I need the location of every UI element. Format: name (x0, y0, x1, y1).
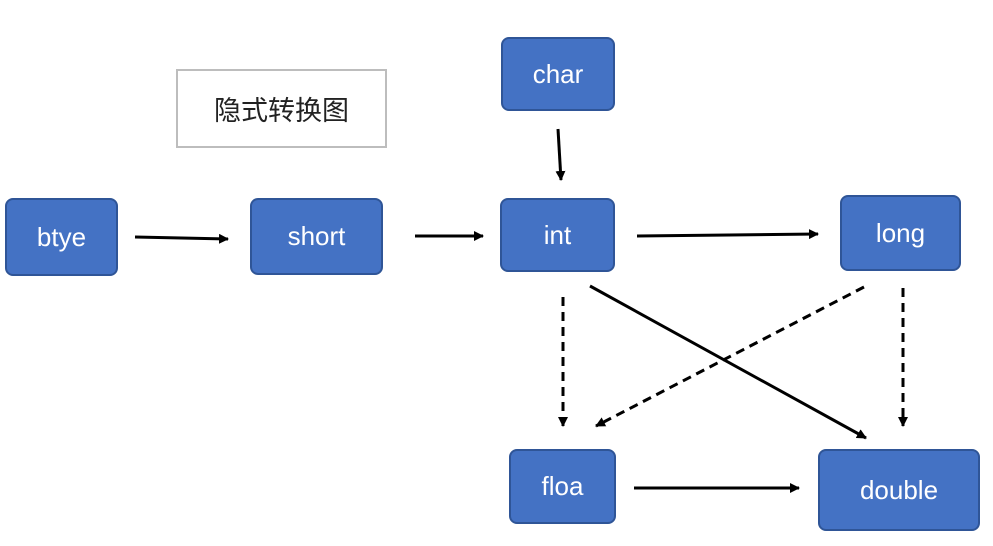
edge-btye-to-short (134, 233, 229, 244)
diagram-title: 隐式转换图 (176, 69, 387, 148)
node-floa: floa (509, 449, 616, 524)
edge-int-to-long (636, 229, 819, 240)
node-double: double (818, 449, 980, 531)
node-int: int (500, 198, 615, 272)
node-long: long (840, 195, 961, 271)
type-conversion-diagram: 隐式转换图 char btye short int long floa doub… (0, 0, 993, 546)
edge-long-to-floa (595, 285, 865, 428)
node-short: short (250, 198, 383, 275)
edge-char-to-int (555, 128, 566, 181)
node-char: char (501, 37, 615, 111)
node-btye: btye (5, 198, 118, 276)
